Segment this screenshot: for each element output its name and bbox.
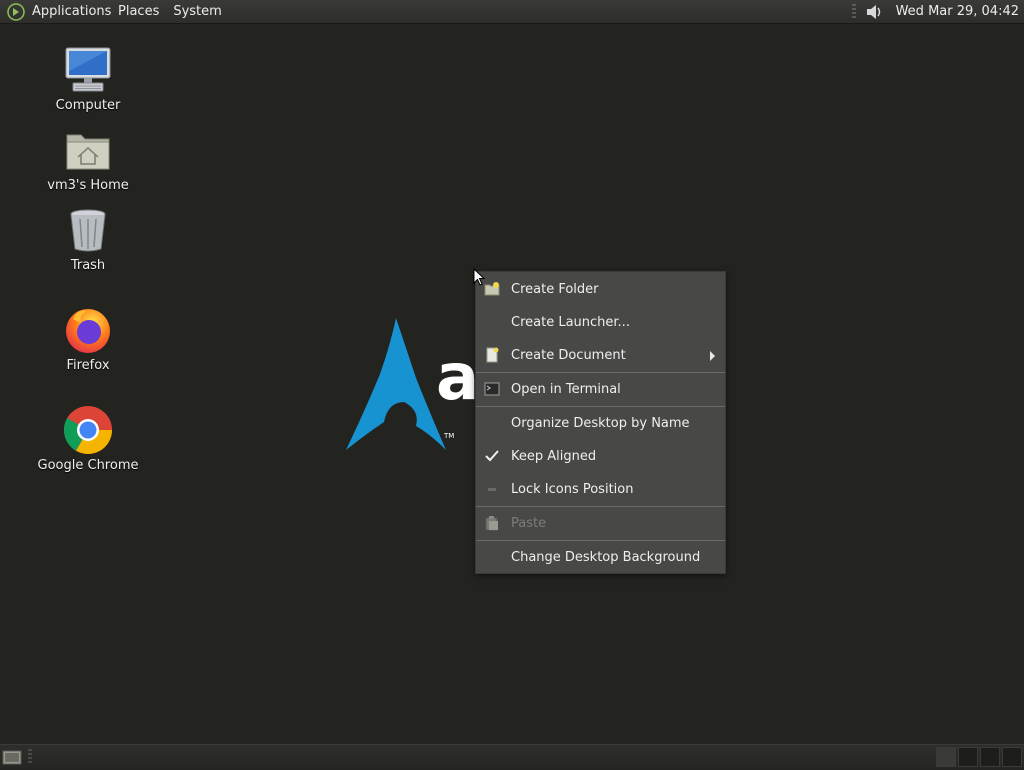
desktop-icon-home[interactable]: vm3's Home bbox=[33, 125, 143, 193]
menu-item-label: Change Desktop Background bbox=[511, 550, 701, 565]
panel-handle[interactable] bbox=[851, 3, 856, 20]
menu-item-label: Lock Icons Position bbox=[511, 482, 634, 497]
trash-icon bbox=[63, 205, 113, 255]
wallpaper-text: ar bbox=[436, 341, 476, 415]
workspace-2[interactable] bbox=[958, 747, 978, 767]
desktop-icon-computer[interactable]: Computer bbox=[33, 45, 143, 113]
menu-item-label: Create Folder bbox=[511, 282, 599, 297]
desktop-icon-firefox[interactable]: Firefox bbox=[33, 305, 143, 373]
menu-item-organize-by-name[interactable]: Organize Desktop by Name bbox=[476, 407, 725, 440]
checkmark-icon bbox=[484, 448, 500, 464]
bottom-panel bbox=[0, 744, 1024, 768]
menu-item-label: Organize Desktop by Name bbox=[511, 416, 690, 431]
menu-item-create-document[interactable]: Create Document bbox=[476, 339, 725, 372]
panel-tray: Wed Mar 29, 04:42 bbox=[851, 0, 1024, 24]
desktop-icon-label: Trash bbox=[70, 258, 106, 273]
computer-icon bbox=[63, 45, 113, 95]
menu-item-label: Paste bbox=[511, 516, 547, 531]
menu-item-open-terminal[interactable]: Open in Terminal bbox=[476, 373, 725, 406]
workspace-3[interactable] bbox=[980, 747, 1000, 767]
svg-text:TM: TM bbox=[443, 432, 454, 440]
menu-item-keep-aligned[interactable]: Keep Aligned bbox=[476, 440, 725, 473]
desktop-icon-label: vm3's Home bbox=[47, 178, 129, 193]
workspace-1[interactable] bbox=[936, 747, 956, 767]
system-menu[interactable]: System bbox=[166, 0, 228, 24]
menu-item-label: Keep Aligned bbox=[511, 449, 597, 464]
mouse-cursor-icon bbox=[473, 267, 486, 290]
volume-icon[interactable] bbox=[864, 2, 884, 22]
desktop-icon-label: Firefox bbox=[66, 358, 110, 373]
workspace-4[interactable] bbox=[1002, 747, 1022, 767]
home-folder-icon bbox=[63, 125, 113, 175]
menu-item-label: Create Launcher... bbox=[511, 315, 630, 330]
desktop-icon-trash[interactable]: Trash bbox=[33, 205, 143, 273]
menu-item-create-folder[interactable]: Create Folder bbox=[476, 273, 725, 306]
top-panel: Applications Places System Wed Mar 29, 0… bbox=[0, 0, 1024, 24]
menu-item-label: Create Document bbox=[511, 348, 626, 363]
submenu-arrow-icon bbox=[710, 351, 715, 361]
desktop-icon-label: Google Chrome bbox=[37, 458, 139, 473]
desktop-icon-chrome[interactable]: Google Chrome bbox=[33, 405, 143, 473]
menu-item-create-launcher[interactable]: Create Launcher... bbox=[476, 306, 725, 339]
new-document-icon bbox=[484, 347, 500, 363]
terminal-icon bbox=[484, 381, 500, 397]
firefox-icon bbox=[63, 305, 113, 355]
show-desktop-icon[interactable] bbox=[2, 748, 22, 766]
menu-item-paste: Paste bbox=[476, 507, 725, 540]
desktop-context-menu: Create Folder Create Launcher... Create … bbox=[475, 271, 726, 574]
applications-menu[interactable]: Applications bbox=[30, 0, 111, 24]
menu-item-change-background[interactable]: Change Desktop Background bbox=[476, 541, 725, 574]
mate-logo-icon[interactable] bbox=[6, 2, 26, 22]
places-menu[interactable]: Places bbox=[111, 0, 166, 24]
unchecked-icon bbox=[484, 481, 500, 497]
panel-handle[interactable] bbox=[28, 749, 32, 765]
desktop-icon-label: Computer bbox=[55, 98, 121, 113]
menu-item-label: Open in Terminal bbox=[511, 382, 621, 397]
clock[interactable]: Wed Mar 29, 04:42 bbox=[890, 4, 1024, 19]
menu-item-lock-icons[interactable]: Lock Icons Position bbox=[476, 473, 725, 506]
chrome-icon bbox=[63, 405, 113, 455]
new-folder-icon bbox=[484, 281, 500, 297]
paste-icon bbox=[484, 515, 500, 531]
